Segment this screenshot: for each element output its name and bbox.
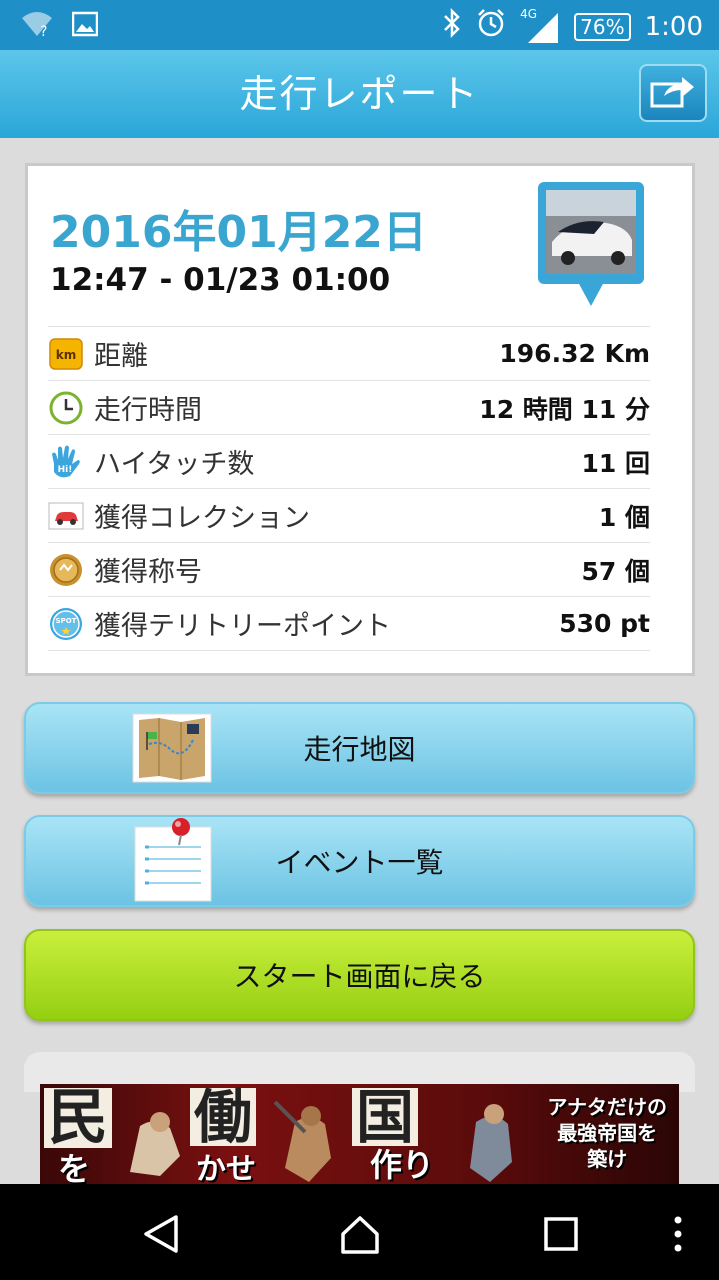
stat-row-hightouch: Hi! ハイタッチ数 11 回 [48,435,650,489]
ad-copy: アナタだけの 最強帝国を 築け [547,1094,667,1172]
stat-label: 獲得コレクション [94,503,310,534]
recents-nav-icon[interactable] [543,1216,579,1256]
hi-hand-icon: Hi! [48,444,84,480]
km-icon: km [48,336,84,372]
ad-figure-2 [273,1100,331,1182]
car-photo-pin[interactable] [538,182,646,308]
ad-banner[interactable]: 民 を 働 かせ 国 作り アナタだけの 最強帝国を 築け [40,1084,679,1184]
stat-row-territory: SPOT 獲得テリトリーポイント 530 pt [48,597,650,651]
svg-text:SPOT: SPOT [56,617,77,625]
svg-text:Hi!: Hi! [58,465,73,475]
back-to-start-label: スタート画面に戻る [233,960,486,993]
ad-kanji-1: 民 [44,1088,112,1148]
svg-text:km: km [56,348,76,362]
battery-indicator: 76% [574,12,631,41]
ad-text-2: かせ [196,1152,256,1184]
share-button[interactable] [639,64,707,122]
stat-value: 196.32 Km [499,339,650,368]
memo-pin-icon [131,817,213,910]
stat-value: 12 時間 11 分 [479,394,650,424]
event-list-button[interactable]: イベント一覧 [24,815,695,907]
stat-value: 530 pt [559,609,650,638]
share-icon [650,74,696,112]
stat-row-drive-time: 走行時間 12 時間 11 分 [48,381,650,435]
page-title: 走行レポート [239,72,480,116]
event-list-label: イベント一覧 [275,846,444,879]
car-card-icon [48,498,84,534]
app-header: 走行レポート [0,50,719,138]
stat-value: 1 個 [598,502,650,532]
status-bar: ? 4G 76% 1:00 [0,0,719,50]
stat-label: 走行時間 [94,395,202,426]
back-to-start-button[interactable]: スタート画面に戻る [24,929,695,1021]
medal-icon [48,552,84,588]
bluetooth-icon [442,7,462,45]
home-nav-icon[interactable] [339,1214,381,1260]
back-nav-icon[interactable] [142,1214,180,1258]
image-icon [71,11,99,41]
ad-figure-3 [470,1104,512,1182]
stat-row-collection: 獲得コレクション 1 個 [48,489,650,543]
ad-copy-line-3: 築け [587,1147,628,1171]
clock-icon [48,390,84,426]
report-date: 2016年01月22日 [50,207,427,258]
clock-time: 1:00 [644,11,703,42]
signal-icon: 4G [520,7,560,43]
ad-copy-line-1: アナタだけの [547,1095,667,1119]
alarm-icon [476,8,506,45]
more-options-icon[interactable] [672,1214,684,1258]
ad-kanji-3: 国 [352,1088,419,1146]
drive-map-label: 走行地図 [303,733,416,766]
stat-label: 獲得称号 [94,557,202,588]
stat-value: 11 回 [581,448,651,478]
stat-row-distance: km 距離 196.32 Km [48,326,650,381]
map-icon [131,710,213,793]
system-nav-bar [0,1184,719,1280]
stat-label: 獲得テリトリーポイント [94,611,391,642]
stat-label: 距離 [94,341,148,372]
ad-text-1: を [58,1150,91,1184]
ad-kanji-2: 働 [190,1088,257,1146]
battery-level: 76% [580,14,625,39]
drive-map-button[interactable]: 走行地図 [24,702,695,794]
spot-icon: SPOT [48,606,84,642]
report-card: 2016年01月22日 12:47 - 01/23 01:00 km 距離 19… [25,163,695,676]
wifi-question-icon: ? [20,10,54,42]
stat-value: 57 個 [581,556,651,586]
stat-label: ハイタッチ数 [94,449,255,480]
ad-text-3: 作り [370,1146,435,1184]
ad-copy-line-2: 最強帝国を [557,1121,658,1145]
stat-row-titles: 獲得称号 57 個 [48,543,650,597]
svg-text:?: ? [40,24,47,38]
stats-list: km 距離 196.32 Km 走行時間 12 時間 11 分 Hi! ハイタッ… [48,326,650,651]
report-time-range: 12:47 - 01/23 01:00 [50,262,391,298]
